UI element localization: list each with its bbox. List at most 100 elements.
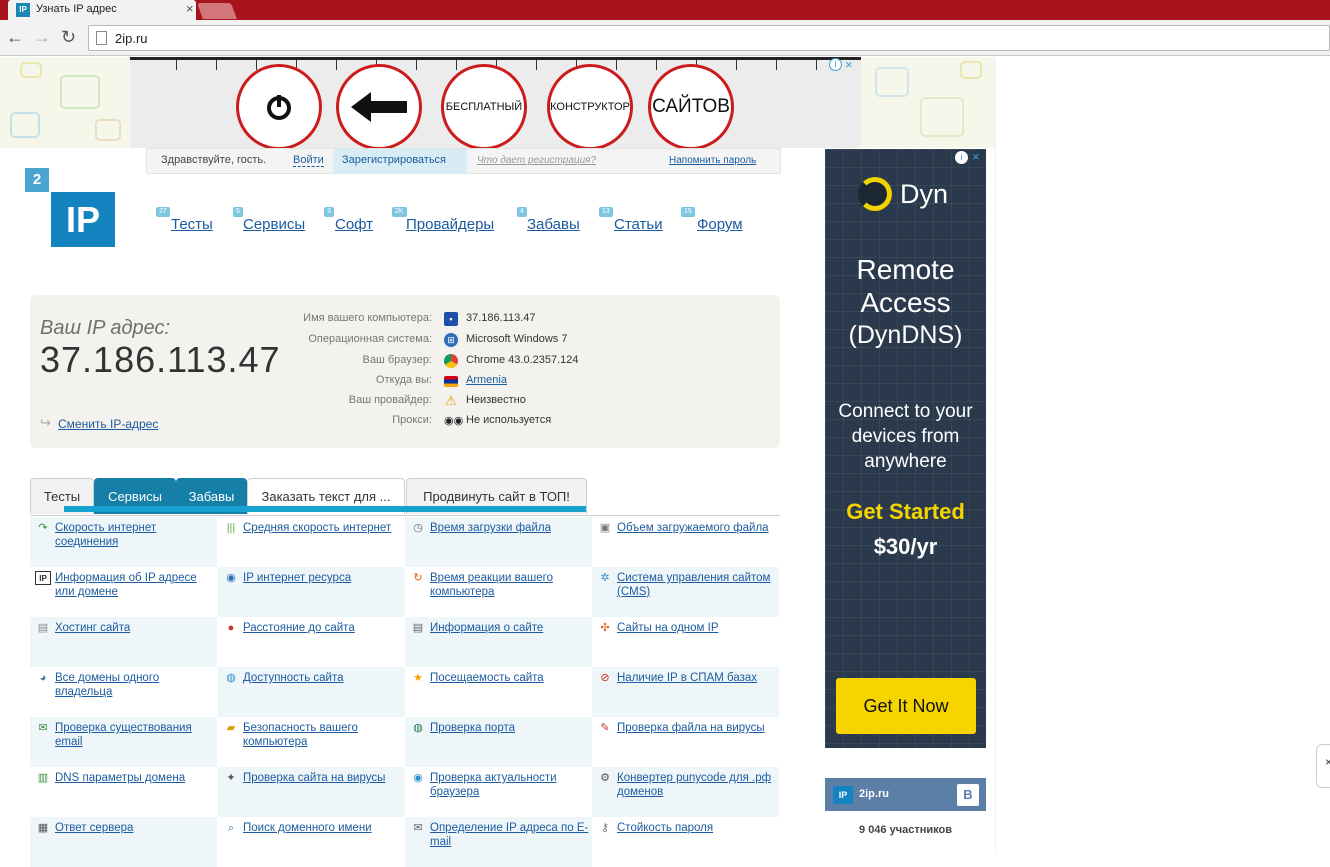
service-item[interactable]: ▤ Хостинг сайта bbox=[30, 617, 217, 667]
address-bar[interactable]: 2ip.ru bbox=[88, 25, 1330, 51]
service-link[interactable]: Проверка существования email bbox=[55, 721, 215, 749]
service-link[interactable]: Объем загружаемого файла bbox=[617, 521, 777, 535]
service-link[interactable]: Хостинг сайта bbox=[55, 621, 215, 635]
vk-group-name[interactable]: 2ip.ru bbox=[859, 788, 889, 800]
service-item[interactable]: ◍ Доступность сайта bbox=[218, 667, 405, 717]
service-link[interactable]: Время загрузки файла bbox=[430, 521, 590, 535]
service-item[interactable]: ▦ Ответ сервера bbox=[30, 817, 217, 867]
service-link[interactable]: Ответ сервера bbox=[55, 821, 215, 835]
service-item[interactable]: ★ Посещаемость сайта bbox=[405, 667, 592, 717]
service-link[interactable]: Определение IP адреса по E-mail bbox=[430, 821, 590, 849]
browser-tab-active[interactable]: IP Узнать IP адрес × bbox=[8, 0, 196, 20]
service-link[interactable]: Скорость интернет соединения bbox=[55, 521, 215, 549]
service-link[interactable]: Стойкость пароля bbox=[617, 821, 777, 835]
nav-tests[interactable]: Тесты bbox=[171, 216, 213, 233]
info-key: Ваш провайдер: bbox=[348, 394, 432, 406]
service-link[interactable]: Доступность сайта bbox=[243, 671, 403, 685]
vk-members-count: 9 046 участников bbox=[859, 824, 952, 836]
nav-forum[interactable]: Форум bbox=[697, 216, 743, 233]
service-link[interactable]: Все домены одного владельца bbox=[55, 671, 215, 699]
network-icon: ✣ bbox=[600, 622, 610, 634]
change-ip-link[interactable]: Сменить IP-адрес bbox=[58, 417, 158, 431]
service-item[interactable]: ▣ Объем загружаемого файла bbox=[592, 517, 779, 567]
service-item[interactable]: IP Информация об IP адресе или домене bbox=[30, 567, 217, 617]
forward-button-icon[interactable]: → bbox=[33, 28, 51, 46]
nav-fun[interactable]: Забавы bbox=[527, 216, 580, 233]
nav-services[interactable]: Сервисы bbox=[243, 216, 305, 233]
service-item[interactable]: ◉ Проверка актуальности браузера bbox=[405, 767, 592, 817]
info-key: Операционная система: bbox=[308, 333, 432, 345]
service-item[interactable]: ↷ Скорость интернет соединения bbox=[30, 517, 217, 567]
service-item[interactable]: ✣ Сайты на одном IP bbox=[592, 617, 779, 667]
service-link[interactable]: Информация об IP адресе или домене bbox=[55, 571, 215, 599]
why-register-link[interactable]: Что дает регистрация? bbox=[477, 155, 596, 166]
vk-icon[interactable]: B bbox=[957, 784, 979, 806]
nav-soft[interactable]: Софт bbox=[335, 216, 373, 233]
register-link[interactable]: Зарегистрироваться bbox=[333, 149, 467, 174]
service-item[interactable]: ↻ Время реакции вашего компьютера bbox=[405, 567, 592, 617]
service-item[interactable]: ◉ IP интернет ресурса bbox=[218, 567, 405, 617]
service-link[interactable]: Проверка сайта на вирусы bbox=[243, 771, 403, 785]
remind-password-link[interactable]: Напомнить пароль bbox=[669, 155, 756, 166]
back-button-icon[interactable]: ← bbox=[6, 28, 24, 46]
service-item[interactable]: ◍ Проверка порта bbox=[405, 717, 592, 767]
service-link[interactable]: Посещаемость сайта bbox=[430, 671, 590, 685]
service-link[interactable]: Информация о сайте bbox=[430, 621, 590, 635]
nav-articles[interactable]: Статьи bbox=[614, 216, 663, 233]
service-item[interactable]: ✲ Система управления сайтом (CMS) bbox=[592, 567, 779, 617]
service-link[interactable]: Система управления сайтом (CMS) bbox=[617, 571, 777, 599]
info-row-provider: Ваш провайдер: ⚠ Неизвестно bbox=[230, 391, 770, 411]
address-url[interactable]: 2ip.ru bbox=[115, 31, 148, 46]
service-link[interactable]: Сайты на одном IP bbox=[617, 621, 777, 635]
service-link[interactable]: DNS параметры домена bbox=[55, 771, 215, 785]
service-link[interactable]: Проверка файла на вирусы bbox=[617, 721, 777, 735]
service-item[interactable]: ▰ Безопасность вашего компьютера bbox=[218, 717, 405, 767]
service-item[interactable]: ▤ Информация о сайте bbox=[405, 617, 592, 667]
ad-info-icon[interactable]: i bbox=[829, 58, 842, 71]
service-item[interactable]: ⚙ Конвертер punycode для .рф доменов bbox=[592, 767, 779, 817]
site-logo[interactable]: 2 IP bbox=[25, 168, 117, 248]
service-link[interactable]: Безопасность вашего компьютера bbox=[243, 721, 403, 749]
service-link[interactable]: IP интернет ресурса bbox=[243, 571, 403, 585]
ad-close-icon[interactable]: × bbox=[845, 57, 853, 72]
service-link[interactable]: Наличие IP в СПАМ базах bbox=[617, 671, 777, 685]
service-link[interactable]: Средняя скорость интернет bbox=[243, 521, 403, 535]
service-item[interactable]: ✉ Определение IP адреса по E-mail bbox=[405, 817, 592, 867]
service-link[interactable]: Проверка порта bbox=[430, 721, 590, 735]
chrome-icon bbox=[444, 354, 458, 368]
service-link[interactable]: Проверка актуальности браузера bbox=[430, 771, 590, 799]
ad-word-builder: КОНСТРУКТОР bbox=[547, 64, 633, 150]
service-link[interactable]: Поиск доменного имени bbox=[243, 821, 403, 835]
key-icon: ⚷ bbox=[600, 822, 610, 834]
edge-close-widget[interactable]: × bbox=[1316, 744, 1330, 788]
right-ad-close-icon[interactable]: × bbox=[972, 149, 980, 164]
vk-widget[interactable]: IP 2ip.ru B bbox=[825, 778, 986, 811]
service-item[interactable]: ◷ Время загрузки файла bbox=[405, 517, 592, 567]
login-link[interactable]: Войти bbox=[293, 154, 324, 167]
service-item[interactable]: ✦ Проверка сайта на вирусы bbox=[218, 767, 405, 817]
service-item[interactable]: ▥ DNS параметры домена bbox=[30, 767, 217, 817]
dyn-brand: Dyn bbox=[900, 179, 949, 209]
reload-button-icon[interactable]: ↻ bbox=[61, 28, 76, 46]
top-banner-ad[interactable]: БЕСПЛАТНЫЙ КОНСТРУКТОР САЙТОВ bbox=[130, 57, 861, 150]
country-link[interactable]: Armenia bbox=[466, 374, 507, 386]
service-item[interactable]: ✎ Проверка файла на вирусы bbox=[592, 717, 779, 767]
get-it-now-button[interactable]: Get It Now bbox=[836, 678, 976, 734]
service-link[interactable]: Расстояние до сайта bbox=[243, 621, 403, 635]
service-link[interactable]: Время реакции вашего компьютера bbox=[430, 571, 590, 599]
logo-two: 2 bbox=[25, 168, 49, 192]
service-item[interactable]: ● Расстояние до сайта bbox=[218, 617, 405, 667]
service-item[interactable]: ◕ Все домены одного владельца bbox=[30, 667, 217, 717]
service-item[interactable]: ✉ Проверка существования email bbox=[30, 717, 217, 767]
tab-close-icon[interactable]: × bbox=[186, 1, 194, 16]
service-link[interactable]: Конвертер punycode для .рф доменов bbox=[617, 771, 777, 799]
new-tab-button[interactable] bbox=[197, 3, 237, 19]
dyn-sidebar-ad[interactable]: i × Dyn Remote Access (DynDNS) Connect t… bbox=[825, 149, 986, 748]
service-item[interactable]: ||| Средняя скорость интернет bbox=[218, 517, 405, 567]
right-ad-info-icon[interactable]: i bbox=[955, 151, 968, 164]
service-item[interactable]: ⊘ Наличие IP в СПАМ базах bbox=[592, 667, 779, 717]
service-item[interactable]: ⚷ Стойкость пароля bbox=[592, 817, 779, 867]
nav-providers[interactable]: Провайдеры bbox=[406, 216, 494, 233]
service-item[interactable]: ⌕ Поиск доменного имени bbox=[218, 817, 405, 867]
spam-icon: ⊘ bbox=[600, 672, 610, 684]
